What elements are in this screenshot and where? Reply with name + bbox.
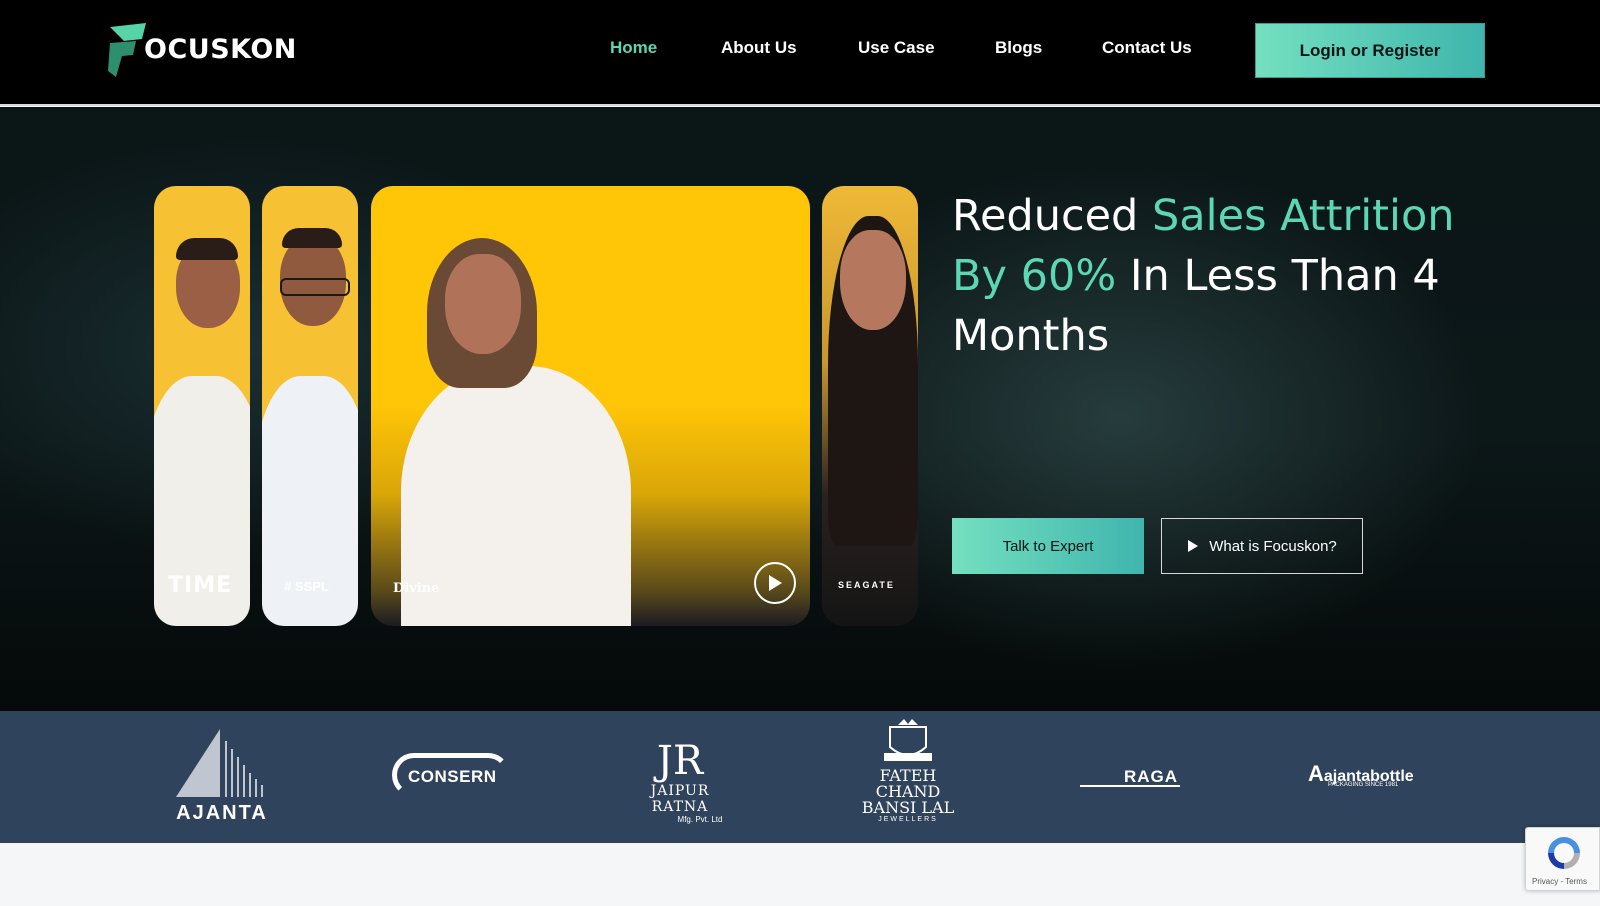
client-logo-fateh-chand: FATEH CHAND BANSI LAL JEWELLERS (846, 719, 970, 823)
nav-home[interactable]: Home (610, 38, 657, 58)
brand-seagate-logo: SEAGATE (838, 580, 895, 590)
what-is-focuskon-button[interactable]: What is Focuskon? (1161, 518, 1363, 574)
testimonial-card-seagate[interactable]: SEAGATE (822, 186, 918, 626)
recaptcha-icon (1548, 837, 1580, 869)
client-logo-consern: CONSERN (392, 753, 512, 801)
client-logo-ajantabottle: Aajantabottle PACKAGING SINCE 1981 (1308, 761, 1414, 788)
speaker-head (840, 230, 906, 330)
ajanta-building-icon (176, 729, 263, 797)
nav-blogs[interactable]: Blogs (995, 38, 1042, 58)
talk-to-expert-button[interactable]: Talk to Expert (952, 518, 1144, 574)
featured-testimonial-video[interactable]: Divine (371, 186, 810, 626)
site-header: OCUSKON Home About Us Use Case Blogs Con… (0, 0, 1600, 106)
brand-sspl-logo: # SSPL (284, 579, 329, 594)
nav-contact-us[interactable]: Contact Us (1102, 38, 1192, 58)
brand-time-logo: TIME (168, 573, 233, 598)
crest-icon (884, 719, 932, 761)
glasses-icon (280, 278, 350, 296)
recaptcha-terms-link[interactable]: Privacy - Terms (1532, 877, 1587, 886)
focuskon-f-icon (108, 23, 146, 77)
nav-use-case[interactable]: Use Case (858, 38, 935, 58)
client-logos-band: AJANTA CONSERN JR JAIPUR RATNA Mfg. Pvt.… (0, 711, 1600, 843)
brand-divine-logo: Divine (393, 581, 440, 596)
nav-about-us[interactable]: About Us (721, 38, 797, 58)
play-icon (1188, 540, 1199, 552)
client-logo-ajanta: AJANTA (170, 727, 274, 825)
testimonial-card-sspl[interactable]: # SSPL (262, 186, 358, 626)
login-register-button[interactable]: Login or Register (1255, 23, 1485, 78)
testimonial-card-time[interactable]: TIME (154, 186, 250, 626)
play-icon[interactable] (754, 562, 796, 604)
speaker-head (445, 254, 521, 354)
client-logo-jaipur-ratna: JR JAIPUR RATNA Mfg. Pvt. Ltd (650, 738, 723, 824)
hero-headline: Reduced Sales Attrition By 60% In Less T… (952, 191, 1455, 361)
focuskon-logo[interactable]: OCUSKON (106, 20, 297, 78)
logo-text: OCUSKON (144, 33, 297, 65)
recaptcha-badge[interactable]: Privacy - Terms (1525, 827, 1600, 891)
